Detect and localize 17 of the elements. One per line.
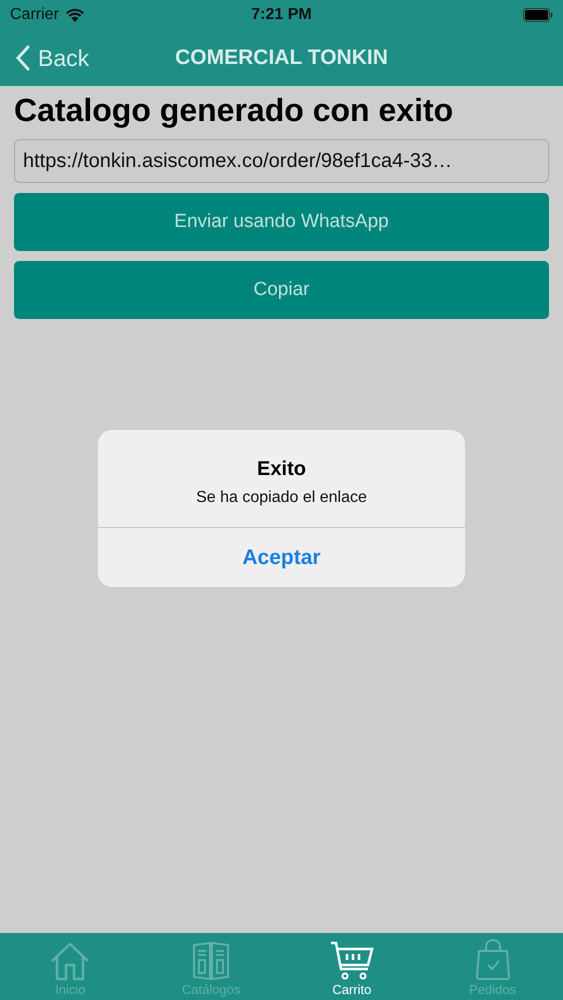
accept-button[interactable]: Aceptar xyxy=(98,528,465,587)
action-button[interactable]: Copiar xyxy=(14,261,549,319)
alert-title: Exito xyxy=(257,458,306,481)
page-heading: Catalogo generado con exito xyxy=(14,92,454,129)
nav-title: COMERCIAL TONKIN xyxy=(175,46,388,70)
battery-icon xyxy=(523,8,553,22)
book-icon xyxy=(191,941,232,981)
chevron-left-icon xyxy=(16,45,30,71)
status-time: 7:21 PM xyxy=(251,6,312,24)
wifi-icon xyxy=(64,8,85,22)
link-field[interactable]: https://tonkin.asiscomex.co/order/98ef1ca4-33… xyxy=(14,139,549,183)
alert-message: Se ha copiado el enlace xyxy=(196,489,367,507)
tab-item[interactable]: Carrito xyxy=(282,933,422,1000)
carrier-label: Carrier xyxy=(10,6,59,24)
action-button[interactable]: Enviar usando WhatsApp xyxy=(14,193,549,251)
cart-icon xyxy=(330,941,374,981)
back-button[interactable]: Back xyxy=(0,44,90,72)
